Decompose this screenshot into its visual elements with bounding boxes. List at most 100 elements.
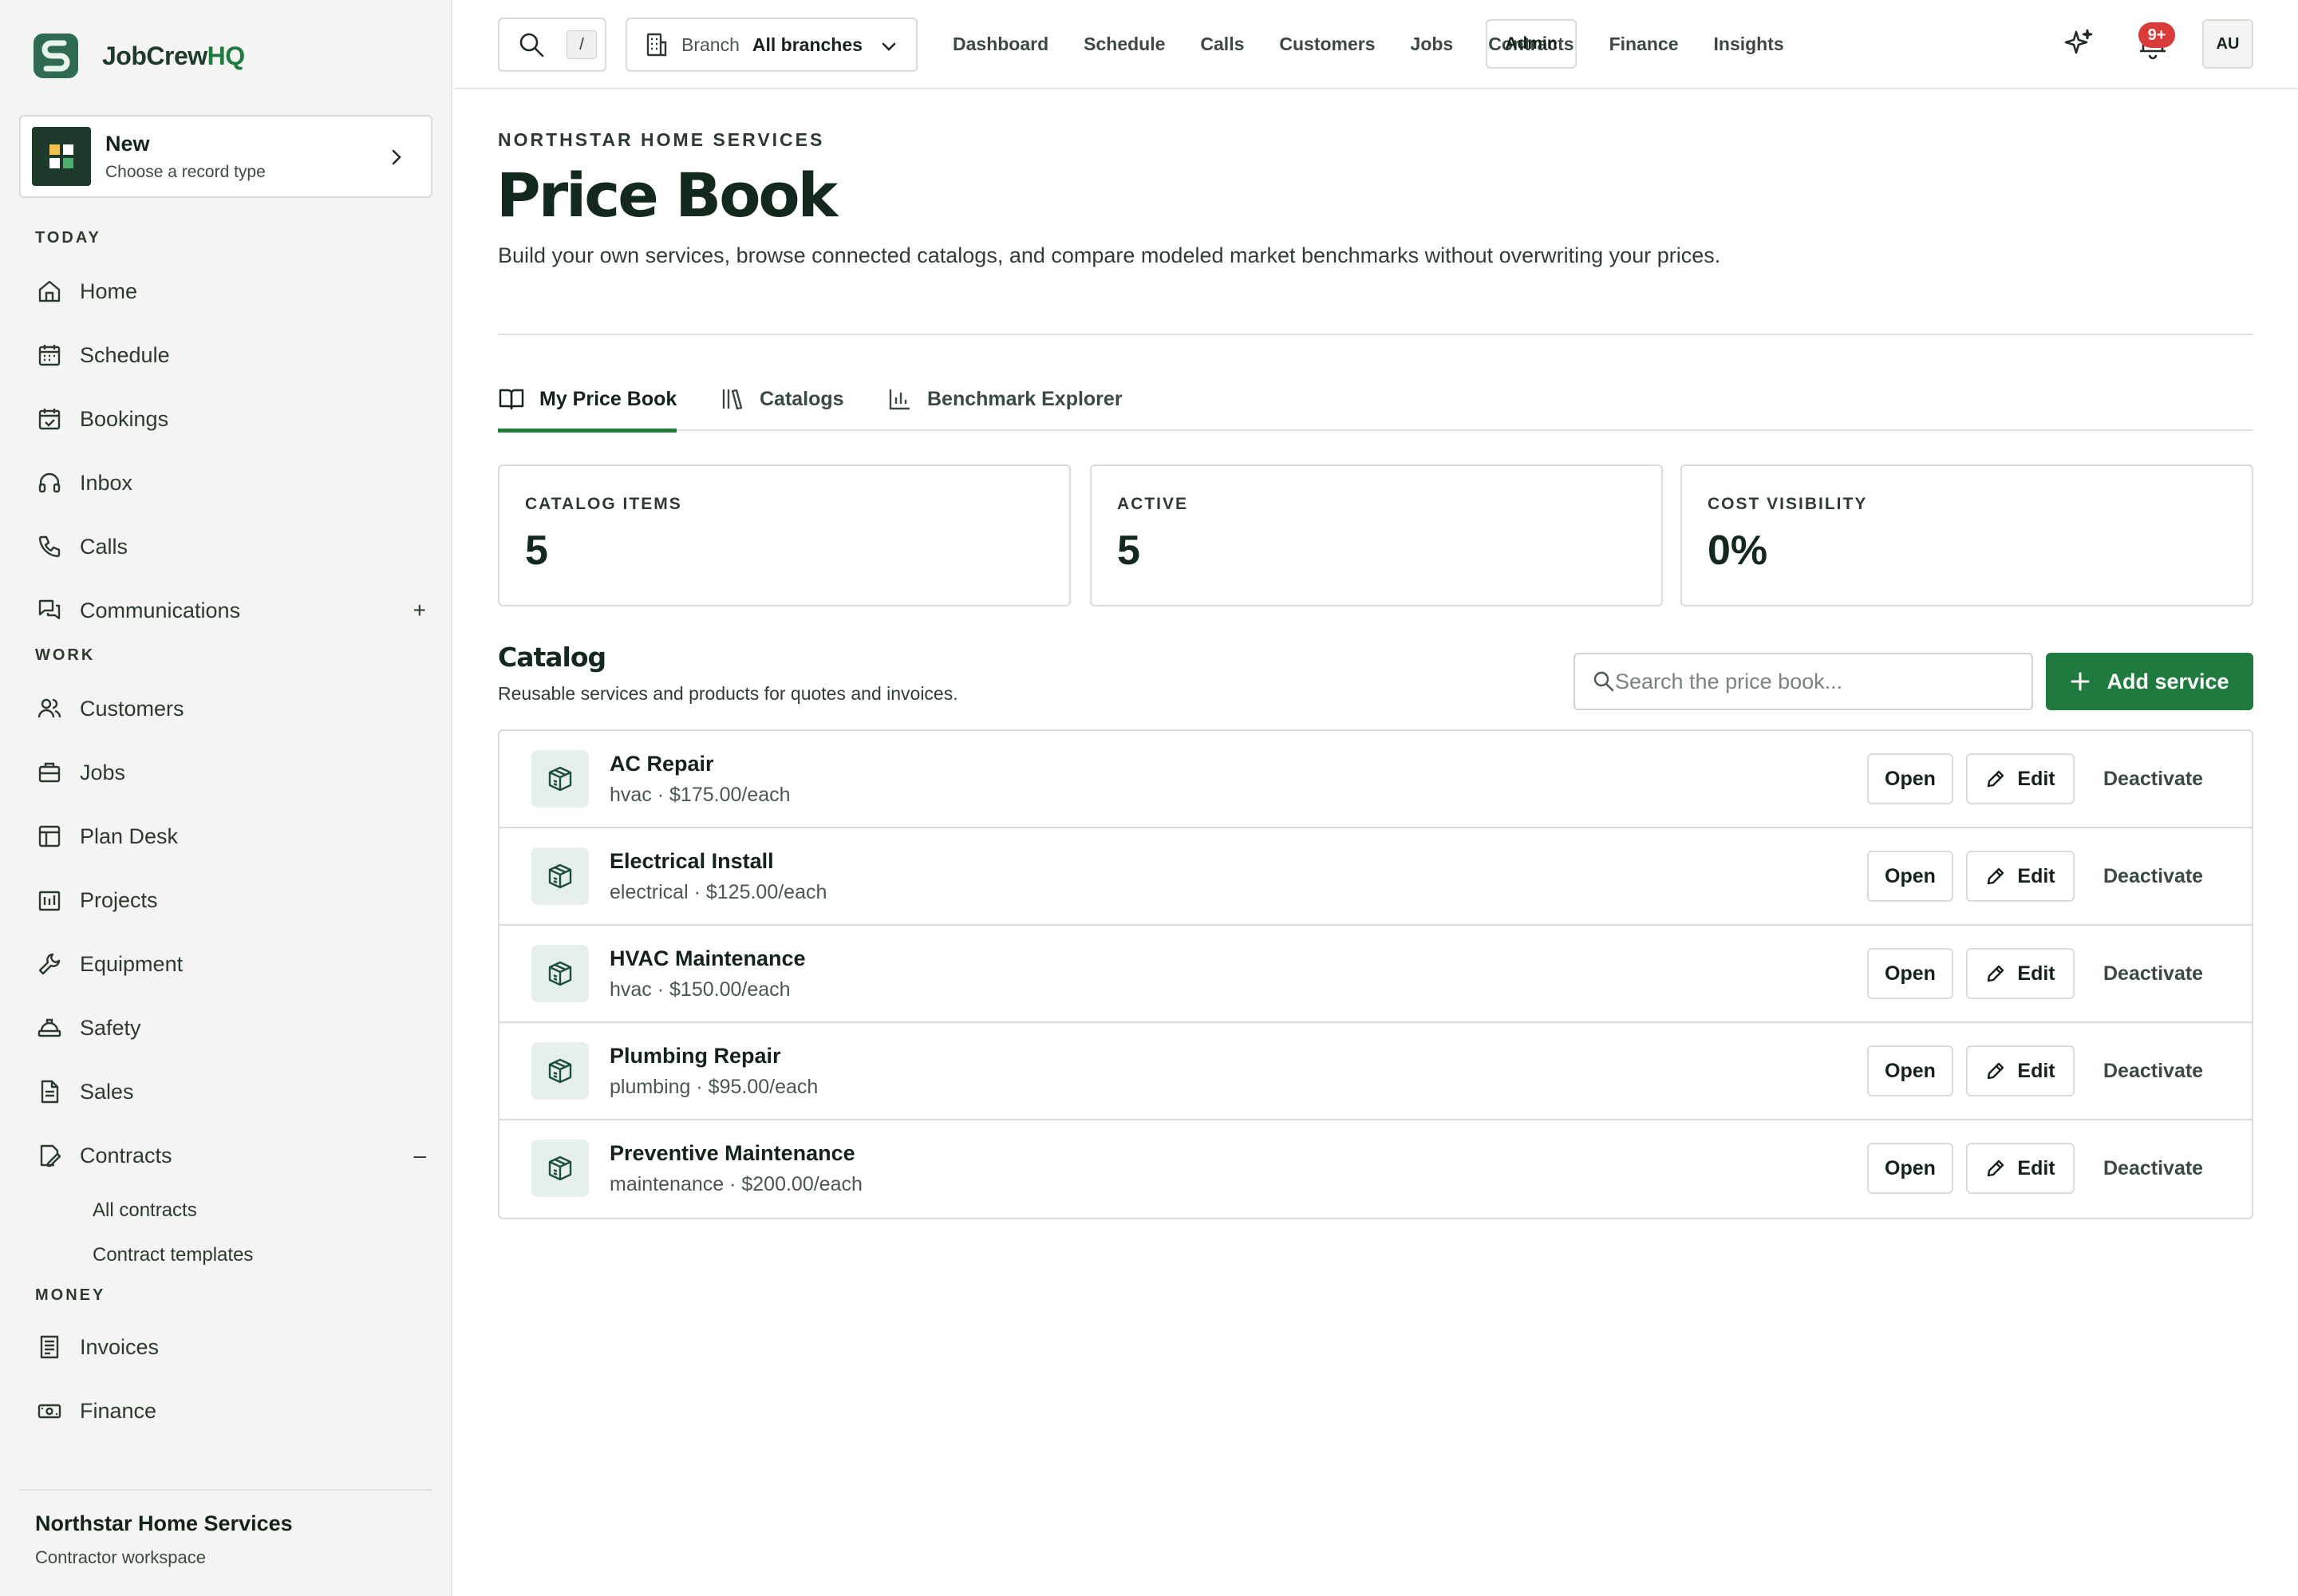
sidebar-item-contracts[interactable]: Contracts – — [35, 1132, 426, 1179]
branch-selector[interactable]: Branch All branches — [626, 18, 918, 72]
deactivate-button[interactable]: Deactivate — [2103, 1060, 2203, 1083]
sidebar-item-home[interactable]: Home — [35, 267, 426, 315]
building-icon — [35, 886, 64, 915]
org-eyebrow: NORTHSTAR HOME SERVICES — [498, 129, 825, 150]
pencil-icon — [1988, 867, 2004, 885]
collapse-toggle[interactable]: – — [413, 1143, 426, 1168]
item-name: AC Repair — [610, 752, 714, 776]
sidebar-item-customers[interactable]: Customers — [35, 685, 426, 733]
section-label-work: WORK — [35, 646, 96, 664]
pencil-icon — [1988, 1159, 2004, 1177]
list-item[interactable]: AC Repair hvac · $175.00/each Open Edit … — [499, 731, 2252, 828]
calendar-icon — [35, 341, 64, 369]
open-button[interactable]: Open — [1867, 1045, 1953, 1096]
new-record-subtitle: Choose a record type — [105, 162, 266, 181]
sidebar-item-plan-desk[interactable]: Plan Desk — [35, 812, 426, 860]
item-meta: hvac · $175.00/each — [610, 784, 791, 806]
sidebar-item-finance[interactable]: Finance — [35, 1387, 426, 1435]
receipt-icon — [35, 1333, 64, 1361]
open-button[interactable]: Open — [1867, 851, 1953, 902]
admin-button[interactable]: Admin — [1486, 19, 1577, 69]
sidebar-item-jobs[interactable]: Jobs — [35, 749, 426, 796]
nav-schedule[interactable]: Schedule — [1084, 34, 1165, 55]
sidebar-item-schedule[interactable]: Schedule — [35, 331, 426, 379]
tab-benchmark-explorer[interactable]: Benchmark Explorer — [887, 367, 1123, 431]
workspace-footer[interactable]: Northstar Home Services Contractor works… — [19, 1489, 432, 1568]
package-icon — [531, 750, 589, 808]
add-service-button[interactable]: Add service — [2046, 653, 2253, 710]
nav-jobs[interactable]: Jobs — [1411, 34, 1454, 55]
sidebar-subitem-all-contracts[interactable]: All contracts — [93, 1199, 197, 1222]
pencil-icon — [1988, 965, 2004, 982]
keyboard-shortcut-hint: / — [567, 30, 597, 59]
new-record-title: New — [105, 131, 150, 156]
expand-toggle[interactable]: + — [413, 598, 426, 623]
logo[interactable]: JobCrewHQ — [32, 32, 245, 80]
tab-bar: My Price Book Catalogs Benchmark Explore… — [498, 367, 2253, 433]
chat-icon — [35, 596, 64, 625]
item-meta: maintenance · $200.00/each — [610, 1173, 863, 1195]
notifications-badge: 9+ — [2138, 22, 2175, 48]
sidebar-item-communications[interactable]: Communications + — [35, 587, 426, 634]
sidebar-item-inbox[interactable]: Inbox — [35, 459, 426, 507]
nav-calls[interactable]: Calls — [1200, 34, 1244, 55]
list-item[interactable]: HVAC Maintenance hvac · $150.00/each Ope… — [499, 926, 2252, 1023]
catalog-subtitle: Reusable services and products for quote… — [498, 683, 958, 704]
chevron-right-icon — [392, 149, 401, 165]
deactivate-button[interactable]: Deactivate — [2103, 1157, 2203, 1180]
open-button[interactable]: Open — [1867, 753, 1953, 804]
new-record-button[interactable]: New Choose a record type — [19, 115, 432, 198]
sidebar-item-calls[interactable]: Calls — [35, 523, 426, 571]
nav-insights[interactable]: Insights — [1714, 34, 1784, 55]
logo-mark-icon — [34, 34, 78, 78]
edit-button[interactable]: Edit — [1966, 1045, 2075, 1096]
edit-button[interactable]: Edit — [1966, 948, 2075, 999]
deactivate-button[interactable]: Deactivate — [2103, 962, 2203, 986]
calendar-check-icon — [35, 405, 64, 433]
deactivate-button[interactable]: Deactivate — [2103, 865, 2203, 888]
page-description: Build your own services, browse connecte… — [498, 243, 1721, 267]
sidebar-subitem-contract-templates[interactable]: Contract templates — [93, 1244, 253, 1266]
deactivate-button[interactable]: Deactivate — [2103, 768, 2203, 791]
sidebar-item-sales[interactable]: Sales — [35, 1068, 426, 1116]
tab-my-price-book[interactable]: My Price Book — [498, 367, 677, 433]
wrench-icon — [35, 950, 64, 978]
pencil-icon — [1988, 1062, 2004, 1080]
sidebar-item-invoices[interactable]: Invoices — [35, 1323, 426, 1371]
nav-finance[interactable]: Finance — [1609, 34, 1679, 55]
org-subtitle: Contractor workspace — [35, 1547, 206, 1567]
nav-dashboard[interactable]: Dashboard — [953, 34, 1048, 55]
hardhat-icon — [35, 1013, 64, 1042]
package-icon — [531, 847, 589, 905]
stat-active: ACTIVE 5 — [1090, 464, 1663, 606]
page-title: Price Book — [496, 160, 838, 231]
section-label-money: MONEY — [35, 1286, 106, 1304]
sidebar-item-equipment[interactable]: Equipment — [35, 940, 426, 988]
logo-text: JobCrewHQ — [102, 41, 245, 70]
nav-customers[interactable]: Customers — [1279, 34, 1375, 55]
library-icon — [722, 389, 743, 410]
sparkles-icon[interactable] — [2062, 27, 2095, 61]
list-item[interactable]: Electrical Install electrical · $125.00/… — [499, 828, 2252, 926]
open-button[interactable]: Open — [1867, 1143, 1953, 1194]
edit-button[interactable]: Edit — [1966, 851, 2075, 902]
list-item[interactable]: Preventive Maintenance maintenance · $20… — [499, 1120, 2252, 1218]
sidebar-item-bookings[interactable]: Bookings — [35, 395, 426, 443]
document-icon — [35, 1077, 64, 1106]
global-search-button[interactable]: / — [498, 18, 606, 72]
tab-catalogs[interactable]: Catalogs — [720, 367, 844, 431]
open-button[interactable]: Open — [1867, 948, 1953, 999]
org-name: Northstar Home Services — [35, 1511, 293, 1535]
users-icon — [35, 694, 64, 723]
catalog-list: AC Repair hvac · $175.00/each Open Edit … — [498, 729, 2253, 1219]
divider — [498, 334, 2253, 335]
list-item[interactable]: Plumbing Repair plumbing · $95.00/each O… — [499, 1023, 2252, 1120]
edit-button[interactable]: Edit — [1966, 1143, 2075, 1194]
edit-button[interactable]: Edit — [1966, 753, 2075, 804]
item-meta: electrical · $125.00/each — [610, 881, 827, 903]
price-book-search-input[interactable] — [1573, 653, 2033, 710]
sidebar-item-safety[interactable]: Safety — [35, 1004, 426, 1052]
avatar[interactable]: AU — [2202, 19, 2253, 69]
plus-icon — [2071, 672, 2090, 691]
sidebar-item-projects[interactable]: Projects — [35, 876, 426, 924]
